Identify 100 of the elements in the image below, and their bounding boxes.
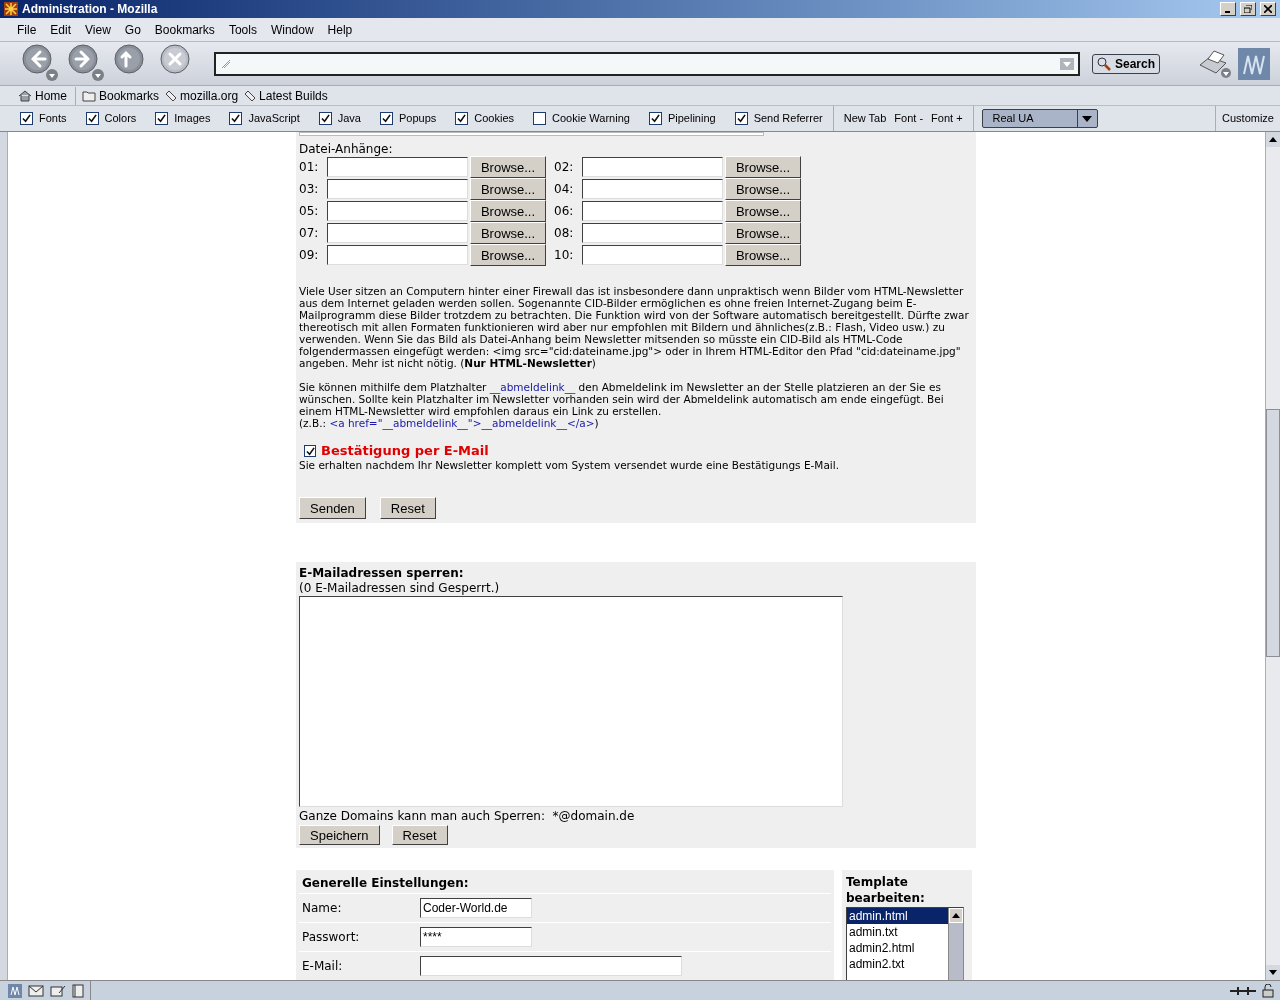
checked-checkbox[interactable] (380, 112, 393, 125)
field-label: Passwort: (302, 931, 361, 943)
app-icon (4, 2, 18, 16)
checked-checkbox[interactable] (455, 112, 469, 125)
attachment-label: 03: (299, 183, 320, 195)
toolbar-button[interactable]: Font + (931, 110, 963, 127)
field-label: Name: (302, 902, 343, 914)
form-button[interactable]: Senden (299, 497, 366, 519)
settings-title: Generelle Einstellungen: (301, 875, 470, 892)
search-button[interactable]: Search (1092, 53, 1161, 74)
scroll-up-icon[interactable] (952, 913, 960, 918)
menu-item[interactable]: Edit (50, 20, 72, 39)
form-button[interactable]: Reset (391, 825, 448, 845)
search-icon (1097, 56, 1111, 71)
minimize-icon[interactable] (1220, 2, 1236, 16)
file-field[interactable] (582, 245, 723, 265)
section-title: E-Mailadressen sperren: (299, 566, 465, 581)
attachment-label: 01: (299, 161, 320, 173)
folder-icon (82, 89, 96, 102)
file-field[interactable] (582, 157, 723, 177)
menu-item[interactable]: Help (327, 20, 353, 39)
file-field[interactable] (327, 223, 468, 243)
mail-icon[interactable] (28, 984, 44, 997)
checkbox-label: Colors (104, 111, 137, 127)
menu-item[interactable]: View (85, 20, 111, 39)
menu-item[interactable]: Window (270, 20, 314, 39)
form-button[interactable]: Browse... (470, 244, 546, 266)
file-field[interactable] (582, 179, 723, 199)
list-option[interactable]: admin2.txt (847, 956, 948, 972)
file-field[interactable] (582, 223, 723, 243)
template-list[interactable]: admin.html admin.txt admin2.html admin2.txt (846, 907, 964, 980)
attachment-label: 06: (554, 205, 575, 217)
form-button[interactable]: Browse... (470, 178, 546, 200)
checkbox[interactable] (533, 112, 547, 125)
address-book-icon[interactable] (72, 983, 84, 998)
info-paragraph: Viele User sitzen an Computern hinter einer Firewall das ist insbesondere dann unpraktisch wenn Bilder vom HTML-Newsletter aus dem Internet geladen werden sollen. Sogenannte CID-Bilder ermöglichen es ohne freien Internet-Zugang beim E-Mailprogramm diese Bilder trotzdem zu betrachten. Die Funktion wird von der Software automatisch bereitgestellt. Dürfte zwar thereotisch mit allen Formaten funktionieren wird aber nur empfohlen mit Bildern und ähnliches(z.B.: Flash, Video usw.) zu verwenden. Wenn Sie das Bild als Datei-Anhang beim Newsletter mitsenden so müsste ein CID-Bild als HTML-Code folgendermassen eingefügt werden: <img src="cid:dateiname.jpg"> oder in Ihrem HTML-Editor den Pfad "cid:dateiname.jpg" angeben. Mehr ist nicht nötig. (Nur HTML-Newsletter) (299, 285, 970, 369)
form-button[interactable]: Speichern (299, 825, 380, 845)
attachment-label: 10: (554, 249, 575, 261)
toolbar-link[interactable]: Latest Builds (244, 86, 328, 105)
composer-icon[interactable] (50, 984, 66, 997)
checked-checkbox[interactable] (318, 112, 332, 125)
form-button[interactable]: Reset (379, 497, 436, 519)
toolbar-link[interactable]: Home (18, 86, 76, 105)
list-option[interactable]: admin.txt (847, 924, 948, 940)
blocked-count: (0 E-Mailadressen sind Gesperrt.) (299, 581, 501, 596)
form-button[interactable]: Browse... (725, 178, 801, 200)
checkbox-label: Cookie Warning (552, 111, 630, 127)
scroll-up-icon[interactable] (1269, 137, 1277, 142)
toolbar-link[interactable]: mozilla.org (165, 86, 239, 105)
checked-checkbox[interactable] (20, 112, 33, 125)
file-field[interactable] (582, 201, 723, 221)
checked-checkbox[interactable] (304, 445, 316, 457)
text-field[interactable]: **** (420, 927, 532, 947)
logo-icon[interactable] (1238, 47, 1270, 80)
form-button[interactable]: Browse... (725, 222, 801, 244)
menu-item[interactable]: Tools (228, 20, 257, 39)
text-field[interactable] (420, 956, 682, 976)
toolbar-button[interactable]: New Tab (843, 110, 887, 127)
close-icon[interactable] (1260, 2, 1276, 16)
customize-button[interactable]: Customize (1215, 106, 1280, 131)
form-button[interactable]: Browse... (470, 222, 546, 244)
menu-item[interactable]: File (17, 20, 37, 39)
domain-hint: Ganze Domains kann man auch Sperren: *@domain.de (299, 809, 636, 824)
logo-icon[interactable] (8, 983, 22, 998)
list-scrollbar[interactable] (948, 908, 963, 980)
placeholder-paragraph: Sie können mithilfe dem Platzhalter __abmeldelink__ den Abmeldelink im Newsletter an der Stelle platzieren an der Sie es wünschen. Sollte kein Platzhalter im Newsletter vorhanden sein wird der Abmeldelink automatisch am ende eingefügt. Bei einem HTML-Newsletter wird empfohlen daraus ein Link zu erstellen. (z.B.: <a href="__abmeldelink__">__abmeldelink__</a>) (299, 381, 945, 429)
restore-icon[interactable] (1240, 2, 1256, 16)
checkbox-label: Cookies (474, 111, 515, 127)
checked-checkbox[interactable] (85, 112, 99, 125)
checkbox-label: Send Referrer (753, 111, 823, 127)
file-field[interactable] (327, 157, 468, 177)
blocked-addresses-field[interactable] (299, 596, 843, 807)
checked-checkbox[interactable] (648, 112, 662, 125)
attachment-label: 09: (299, 249, 320, 261)
checked-checkbox[interactable] (229, 112, 243, 125)
form-button[interactable]: Browse... (470, 156, 546, 178)
confirmation-heading: Bestätigung per E-Mail (321, 443, 489, 459)
toolbar-button[interactable]: Font - (894, 110, 924, 127)
toolbar-link[interactable]: Bookmarks (82, 86, 160, 105)
menu-item[interactable]: Bookmarks (154, 20, 215, 39)
attachment-label: 02: (554, 161, 575, 173)
attachments-label: Datei-Anhänge: (299, 142, 394, 156)
form-button[interactable]: Browse... (725, 200, 801, 222)
form-button[interactable]: Browse... (725, 244, 801, 266)
vertical-scrollbar[interactable] (1265, 132, 1280, 980)
form-button[interactable]: Browse... (470, 200, 546, 222)
form-button[interactable]: Browse... (725, 156, 801, 178)
list-option[interactable]: admin2.html (847, 940, 948, 956)
menu-item[interactable]: Go (124, 20, 141, 39)
file-field[interactable] (327, 201, 468, 221)
user-agent-select[interactable]: Real UA (981, 109, 1098, 128)
checked-checkbox[interactable] (155, 112, 169, 125)
text-field[interactable]: Coder-World.de (420, 898, 532, 918)
checked-checkbox[interactable] (734, 112, 748, 125)
list-option[interactable]: admin.html (847, 908, 948, 924)
url-field[interactable] (214, 51, 1080, 76)
scroll-down-icon[interactable] (1269, 970, 1277, 975)
file-field[interactable] (327, 179, 468, 199)
checkbox-label: Popups (399, 111, 437, 127)
file-field[interactable] (327, 245, 468, 265)
